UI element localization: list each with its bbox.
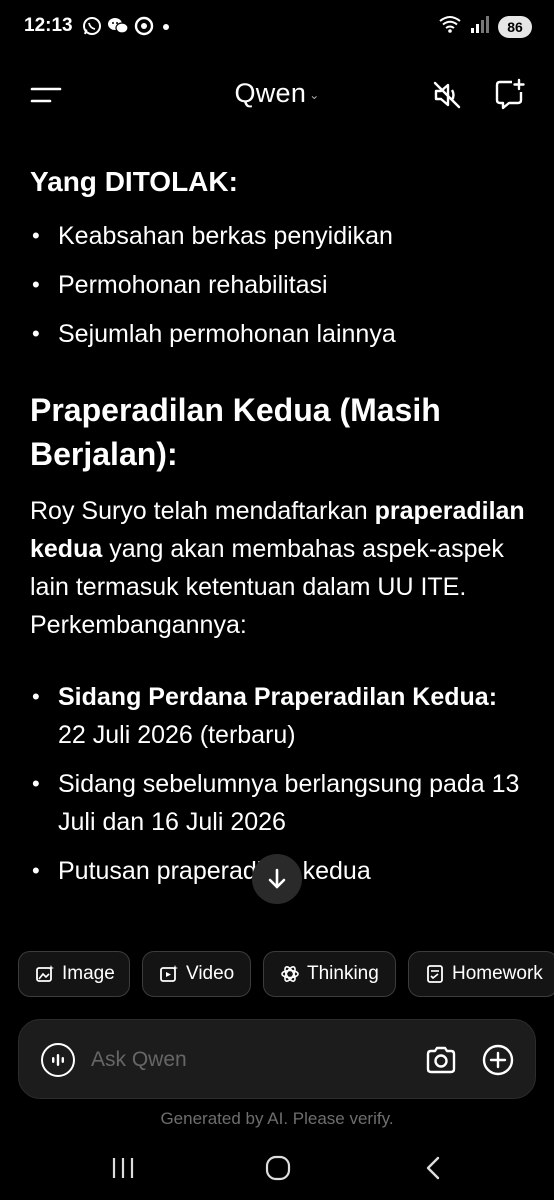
wifi-icon [438,14,462,39]
system-nav-bar [0,1140,554,1200]
message-paragraph: Roy Suryo telah mendaftarkan praperadila… [30,497,525,639]
back-button[interactable] [420,1154,448,1182]
mute-icon [433,81,461,109]
app-header: Qwen ⌄ [0,60,554,130]
system-icons: 86 [438,14,532,39]
dot-icon [159,16,173,36]
new-chat-icon [495,78,525,110]
notification-icons [82,16,173,36]
ditolak-list: Keabsahan berkas penyidikan Permohonan r… [30,217,530,353]
chevron-down-icon: ⌄ [309,87,320,102]
list-item: Keabsahan berkas penyidikan [30,217,530,255]
video-icon [160,965,178,982]
app-icon [134,16,154,36]
homework-icon [427,965,443,983]
wechat-icon [107,16,129,36]
plus-icon [482,1044,514,1076]
list-item: Sidang sebelumnya berlangsung pada 13 Ju… [30,765,530,841]
signal-icon [470,14,490,39]
list-item: Sidang Perdana Praperadilan Kedua: 22 Ju… [30,678,530,754]
recent-apps-icon [112,1158,134,1178]
voice-icon [52,1054,64,1066]
scroll-down-button[interactable] [252,854,302,904]
list-item: Sejumlah permohonan lainnya [30,315,530,353]
model-selector[interactable]: Qwen ⌄ [0,78,554,109]
ai-disclaimer: Generated by AI. Please verify. [160,1109,394,1128]
recent-apps-button[interactable] [108,1155,138,1181]
new-chat-button[interactable] [492,77,526,111]
image-icon [36,965,54,982]
chip-homework[interactable]: Homework [408,951,554,997]
home-button[interactable] [264,1154,292,1182]
heading-ditolak: Yang DITOLAK: [30,166,238,197]
mute-button[interactable] [430,78,464,112]
chat-input-box [18,1019,536,1099]
camera-icon [426,1046,456,1074]
chip-thinking[interactable]: Thinking [263,951,396,997]
app-title: Qwen [234,78,307,108]
status-time: 12:13 [24,15,73,36]
chip-video[interactable]: Video [142,951,251,997]
arrow-down-icon [268,868,286,889]
back-icon [426,1156,440,1180]
whatsapp-icon [82,16,102,36]
camera-button[interactable] [423,1042,459,1078]
home-icon [265,1155,291,1181]
battery-icon: 86 [498,15,532,38]
ask-input[interactable] [91,1044,391,1076]
heading-kedua: Praperadilan Kedua (Masih Berjalan): [30,392,441,472]
thinking-icon [281,966,299,982]
voice-button[interactable] [41,1043,75,1077]
assistant-message: Yang DITOLAK: Keabsahan berkas penyidika… [30,160,530,940]
quick-action-chips: Image Video Thinking Homework [18,951,554,997]
list-item: Permohonan rehabilitasi [30,266,530,304]
add-button[interactable] [480,1042,516,1078]
status-bar: 12:13 86 [0,0,554,56]
chip-image[interactable]: Image [18,951,130,997]
